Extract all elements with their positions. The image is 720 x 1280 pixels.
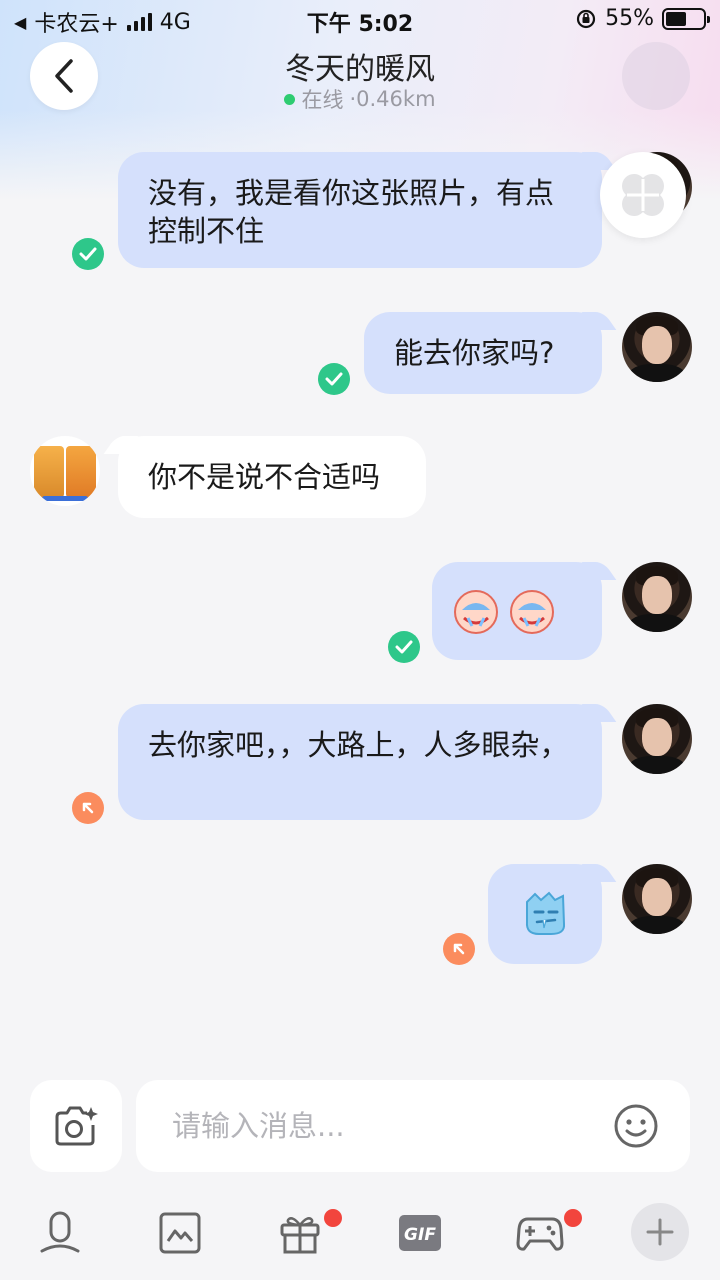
- battery-icon: [662, 7, 710, 30]
- message-text: 能去你家吗?: [394, 336, 555, 370]
- image-icon: [159, 1212, 201, 1254]
- message-input[interactable]: [172, 1104, 592, 1148]
- emoji-message-bubble[interactable]: [432, 562, 602, 660]
- sent-indicator-icon: [443, 933, 475, 965]
- clover-icon: [600, 152, 686, 238]
- distance-label: ·0.46km: [349, 87, 436, 111]
- gift-button[interactable]: [275, 1208, 325, 1258]
- read-check-icon: [388, 631, 420, 663]
- message-input-container: [136, 1080, 690, 1172]
- voice-button[interactable]: [35, 1208, 85, 1258]
- mic-icon: [40, 1211, 80, 1253]
- plus-icon: [646, 1218, 674, 1246]
- message-bubble-sent[interactable]: 能去你家吗?: [364, 312, 602, 394]
- online-dot-icon: [284, 93, 296, 105]
- emoji-button-icon[interactable]: [612, 1102, 660, 1150]
- my-avatar[interactable]: [622, 312, 692, 382]
- online-status: 在线 ·0.46km: [0, 84, 720, 114]
- frozen-face-emoji: [525, 891, 566, 935]
- sent-indicator-icon: [72, 792, 104, 824]
- online-label: 在线: [301, 88, 344, 112]
- message-bubble-received[interactable]: 你不是说不合适吗: [118, 436, 426, 518]
- my-avatar[interactable]: [622, 704, 692, 774]
- read-check-icon: [72, 238, 104, 270]
- facepalm-crying-emoji: [454, 590, 498, 634]
- message-bubble-sent[interactable]: 没有，我是看你这张照片，有点控制不住: [118, 152, 602, 268]
- message-text: 没有，我是看你这张照片，有点控制不住: [148, 176, 555, 248]
- camera-icon: [55, 1106, 98, 1146]
- my-avatar[interactable]: [622, 864, 692, 934]
- more-button[interactable]: [631, 1203, 689, 1261]
- gift-badge: [324, 1209, 342, 1227]
- emoji-message-bubble[interactable]: [488, 864, 602, 964]
- message-bubble-sent[interactable]: 去你家吧，，大路上，人多眼杂，: [118, 704, 602, 820]
- status-bar: ◀ 卡农云+ 4G 下午 5:02 55%: [0, 0, 720, 40]
- camera-button[interactable]: [30, 1080, 122, 1172]
- battery-percent: 55%: [605, 6, 654, 31]
- gamepad-icon: [516, 1217, 564, 1251]
- contact-avatar[interactable]: [30, 436, 100, 506]
- message-text: 你不是说不合适吗: [148, 460, 381, 494]
- gif-label: GIF: [404, 1225, 436, 1245]
- game-badge: [564, 1209, 582, 1227]
- image-button[interactable]: [155, 1208, 205, 1258]
- game-button[interactable]: [515, 1208, 565, 1258]
- chat-title: 冬天的暖风: [285, 52, 435, 87]
- facepalm-crying-emoji: [510, 590, 554, 634]
- my-avatar[interactable]: [622, 562, 692, 632]
- gif-icon: GIF: [399, 1215, 441, 1251]
- rotation-lock-icon: [576, 9, 596, 28]
- read-check-icon: [318, 363, 350, 395]
- gift-icon: [280, 1217, 320, 1254]
- gif-button[interactable]: GIF: [395, 1208, 445, 1258]
- profile-button[interactable]: [622, 42, 690, 110]
- message-text: 去你家吧，，大路上，人多眼杂，: [148, 728, 569, 762]
